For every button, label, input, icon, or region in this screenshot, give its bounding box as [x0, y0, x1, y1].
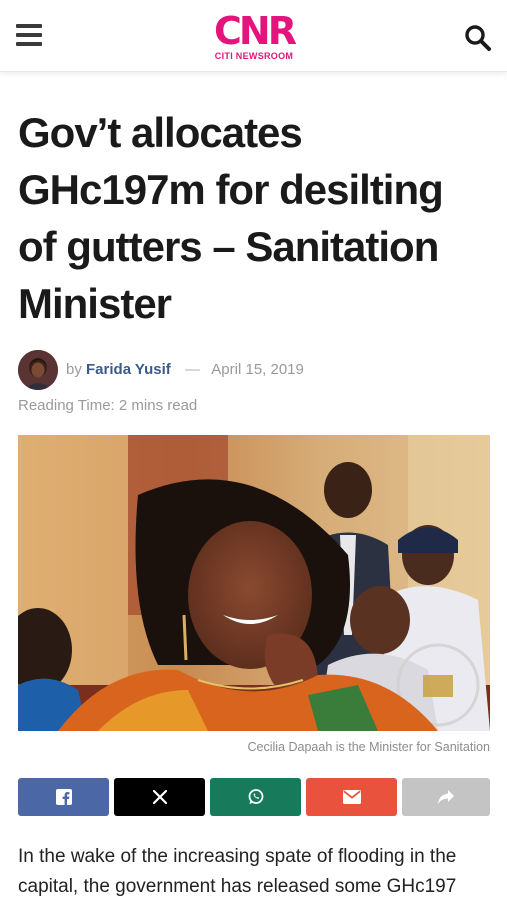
x-share-button[interactable]	[114, 778, 205, 816]
email-share-button[interactable]	[306, 778, 397, 816]
by-prefix: by	[66, 361, 82, 378]
share-arrow-icon	[438, 790, 454, 804]
image-caption: Cecilia Dapaah is the Minister for Sanit…	[247, 740, 490, 754]
article-headline: Gov’t allocates GHc197m for desilting of…	[18, 109, 444, 327]
publish-date: April 15, 2019	[211, 361, 304, 378]
reading-time: Reading Time: 2 mins read	[18, 397, 198, 414]
top-navigation-bar: CNR CITI NEWSROOM	[0, 0, 507, 72]
byline-separator: —	[184, 361, 200, 378]
facebook-share-button[interactable]	[18, 778, 109, 816]
byline-text: by Farida Yusif — April 15, 2019	[66, 361, 304, 378]
featured-image	[18, 435, 490, 731]
facebook-icon	[55, 789, 72, 805]
email-icon	[342, 790, 361, 804]
hamburger-menu-icon[interactable]	[16, 24, 42, 46]
site-logo[interactable]: CNR CITI NEWSROOM	[198, 12, 310, 62]
author-link[interactable]: Farida Yusif	[86, 361, 171, 378]
article-byline: by Farida Yusif — April 15, 2019	[18, 348, 488, 392]
search-icon[interactable]	[464, 24, 492, 52]
x-icon	[152, 789, 167, 805]
whatsapp-icon	[248, 789, 263, 804]
more-share-button[interactable]	[402, 778, 490, 816]
author-avatar[interactable]	[18, 350, 58, 390]
article-body: In the wake of the increasing spate of f…	[18, 846, 457, 897]
logo-mark: CNR	[214, 9, 297, 53]
logo-subtitle: CITI NEWSROOM	[214, 51, 294, 61]
share-buttons	[18, 778, 490, 816]
whatsapp-share-button[interactable]	[210, 778, 301, 816]
